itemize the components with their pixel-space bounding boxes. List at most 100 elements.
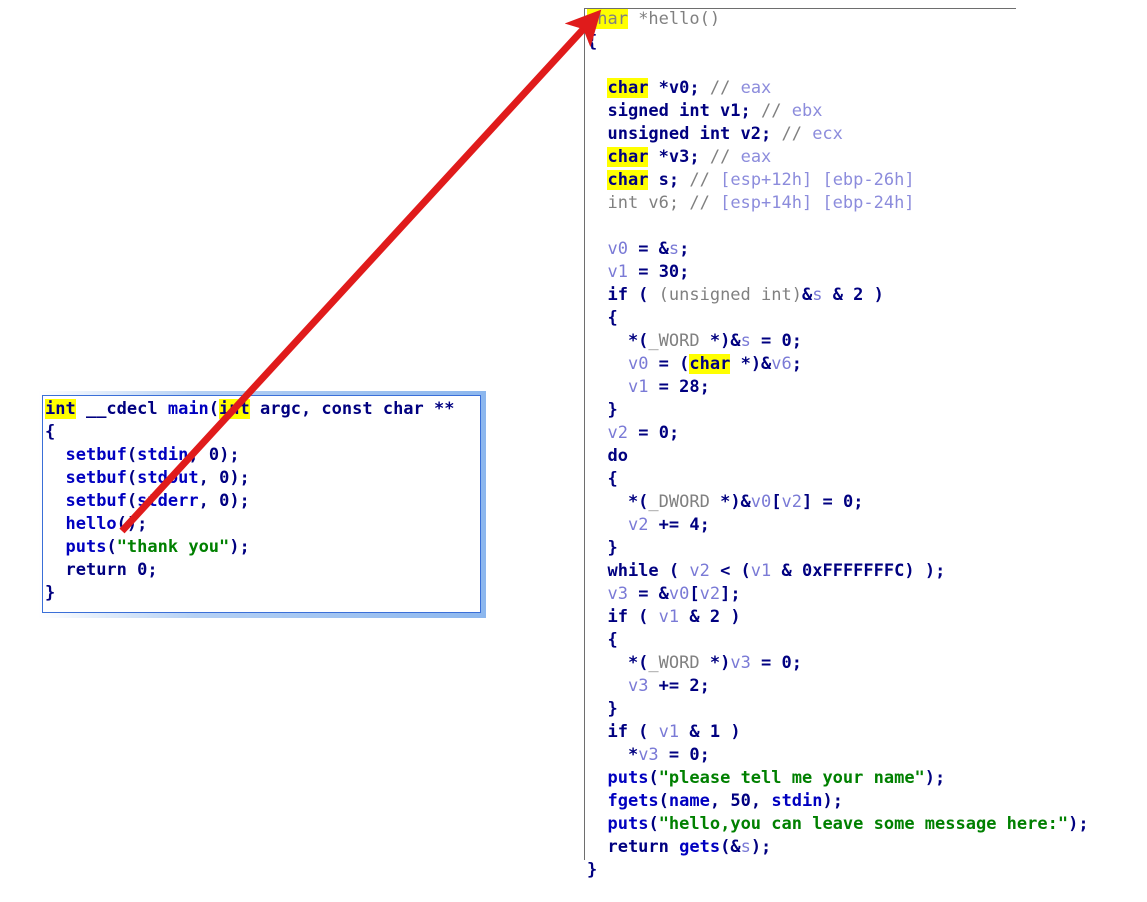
code-line[interactable]: } — [587, 698, 1089, 721]
code-token: (); — [116, 514, 148, 534]
code-line[interactable]: char s; // [esp+12h] [ebp-26h] — [587, 169, 1089, 192]
code-token: ; — [679, 262, 690, 282]
code-token: 0 — [219, 491, 230, 511]
code-line[interactable]: v0 = &s; — [587, 238, 1089, 261]
highlighted-token: int — [45, 399, 76, 419]
code-line[interactable]: v2 += 4; — [587, 514, 1089, 537]
code-token: _WORD — [648, 653, 700, 673]
code-line[interactable]: char *hello() — [587, 8, 1089, 31]
code-token: v0 — [668, 584, 690, 604]
code-line[interactable]: char *v3; // eax — [587, 146, 1089, 169]
code-token: & — [679, 607, 710, 627]
code-line[interactable]: *(_WORD *)v3 = 0; — [587, 652, 1089, 675]
code-token: ( — [208, 399, 220, 419]
code-token: "thank you" — [116, 537, 230, 557]
code-line[interactable]: puts("please tell me your name"); — [587, 767, 1089, 790]
code-token: = — [658, 745, 690, 765]
main-pseudocode-listing[interactable]: int __cdecl main(int argc, const char **… — [45, 398, 455, 605]
code-line[interactable]: if ( (unsigned int)&s & 2 ) — [587, 284, 1089, 307]
highlighted-token: char — [587, 9, 628, 29]
code-line[interactable]: { — [587, 629, 1089, 652]
code-token: ; — [853, 492, 864, 512]
code-line[interactable]: setbuf(stdin, 0); — [45, 444, 455, 467]
code-line[interactable]: } — [587, 859, 1089, 882]
code-line[interactable]: v2 = 0; — [587, 422, 1089, 445]
code-line[interactable]: v3 = &v0[v2]; — [587, 583, 1089, 606]
code-line[interactable]: } — [587, 537, 1089, 560]
code-token: ( — [648, 768, 659, 788]
code-line[interactable]: } — [45, 582, 455, 605]
code-line[interactable]: while ( v2 < (v1 & 0xFFFFFFFC) ); — [587, 560, 1089, 583]
main-panel-body[interactable]: int __cdecl main(int argc, const char **… — [42, 395, 481, 613]
code-token: = — [750, 653, 782, 673]
code-token: [ — [771, 492, 782, 512]
code-line[interactable]: puts("hello,you can leave some message h… — [587, 813, 1088, 836]
code-line[interactable]: { — [587, 307, 1089, 330]
code-token: eax — [740, 78, 772, 98]
code-line[interactable] — [587, 215, 1089, 238]
code-token: *( — [587, 331, 649, 351]
code-line[interactable]: v3 += 2; — [587, 675, 1089, 698]
code-token: if ( — [587, 722, 659, 742]
code-line[interactable]: setbuf(stdout, 0); — [45, 467, 455, 490]
code-token: < ( — [709, 561, 751, 581]
code-line[interactable]: unsigned int v2; // ecx — [587, 123, 1089, 146]
code-line[interactable]: { — [587, 468, 1089, 491]
code-line[interactable]: do — [587, 445, 1089, 468]
code-token: , — [188, 445, 209, 465]
code-line[interactable]: return gets(&s); — [587, 836, 1089, 859]
code-token: ) — [720, 722, 741, 742]
code-line[interactable]: v1 = 30; — [587, 261, 1089, 284]
code-token: ; — [668, 423, 680, 443]
code-line[interactable]: { — [45, 421, 455, 444]
code-line[interactable]: int __cdecl main(int argc, const char ** — [45, 398, 455, 421]
code-token: unsigned int v2; — [587, 124, 782, 144]
code-line[interactable]: fgets(name, 50, stdin); — [587, 790, 1089, 813]
main-function-panel[interactable]: int __cdecl main(int argc, const char **… — [38, 391, 486, 618]
code-line[interactable]: { — [587, 31, 1089, 54]
code-token: & — [801, 285, 813, 305]
code-line[interactable]: signed int v1; // ebx — [587, 100, 1089, 123]
code-line[interactable]: char *v0; // eax — [587, 77, 1089, 100]
code-token: v2 — [689, 561, 710, 581]
code-line[interactable]: puts("thank you"); — [45, 536, 455, 559]
code-line[interactable] — [587, 54, 1089, 77]
hello-pseudocode-listing[interactable]: char *hello(){ char *v0; // eax signed i… — [587, 8, 1089, 882]
code-token: s — [668, 239, 680, 259]
code-token: v2 — [607, 423, 628, 443]
code-line[interactable]: *(_DWORD *)&v0[v2] = 0; — [587, 491, 1089, 514]
code-token: , — [709, 791, 731, 811]
code-token: [ — [689, 584, 700, 604]
code-line[interactable]: hello(); — [45, 513, 455, 536]
code-line[interactable]: if ( v1 & 2 ) — [587, 606, 1089, 629]
code-token: ) — [863, 285, 884, 305]
code-line[interactable]: setbuf(stderr, 0); — [45, 490, 455, 513]
code-token: setbuf — [65, 468, 127, 488]
code-token: ( — [126, 445, 138, 465]
code-token: ); — [229, 491, 250, 511]
code-token: name — [668, 791, 710, 811]
code-token: v1 — [750, 561, 772, 581]
code-line[interactable]: v0 = (char *)&v6; — [587, 353, 1089, 376]
code-line[interactable]: *(_WORD *)&s = 0; — [587, 330, 1089, 353]
code-token: ; — [679, 239, 690, 259]
hello-function-panel[interactable]: char *hello(){ char *v0; // eax signed i… — [578, 0, 1138, 880]
code-token: = — [627, 262, 659, 282]
code-token: gets — [679, 837, 721, 857]
code-line[interactable]: } — [587, 399, 1089, 422]
code-line[interactable]: *v3 = 0; — [587, 744, 1089, 767]
code-token: = & — [627, 239, 669, 259]
code-line[interactable]: if ( v1 & 1 ) — [587, 721, 1089, 744]
code-token: ; — [699, 676, 710, 696]
code-token: 28 — [679, 377, 700, 397]
code-line[interactable]: return 0; — [45, 559, 455, 582]
code-token: ]; — [720, 584, 741, 604]
code-line[interactable]: v1 = 28; — [587, 376, 1089, 399]
code-token: *v0; — [648, 78, 710, 98]
code-token: ( — [658, 791, 669, 811]
code-token: eax — [740, 147, 772, 167]
code-line[interactable]: int v6; // [esp+14h] [ebp-24h] — [587, 192, 1089, 215]
